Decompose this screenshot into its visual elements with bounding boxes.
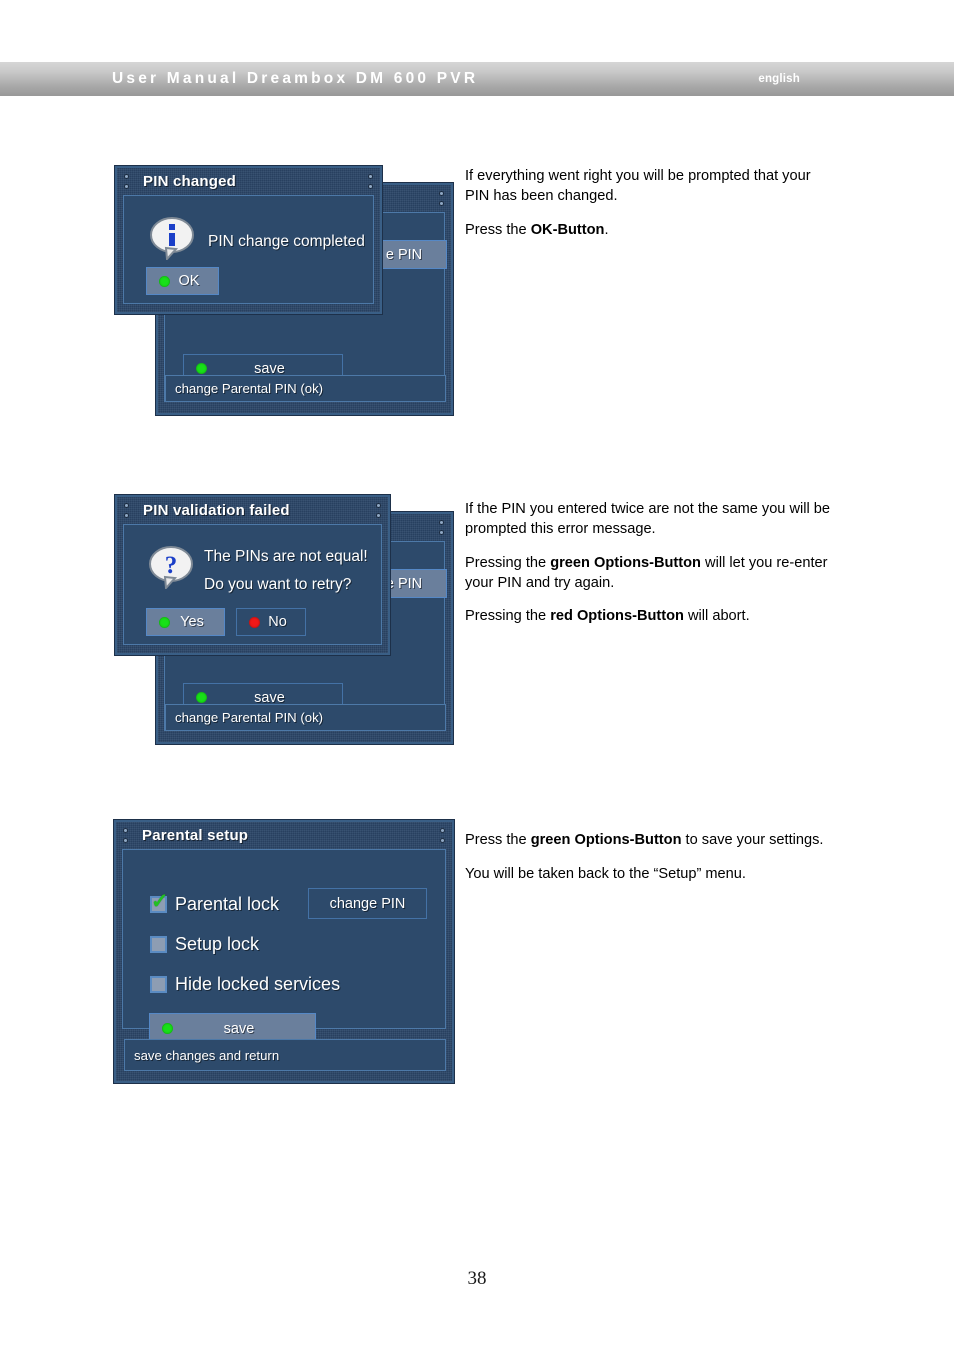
pin-changed-body: PIN change completed OK	[123, 195, 374, 304]
page-number: 38	[467, 1268, 487, 1289]
checkbox-label: Setup lock	[175, 934, 260, 954]
pin-validation-failed-body: ? The PINs are not equal! Do you want to…	[123, 524, 382, 645]
paragraph: Press the green Options-Button to save y…	[465, 832, 824, 848]
pin-validation-message-line-1: The PINs are not equal!	[204, 548, 368, 565]
paragraph: If everything went right you will be pro…	[465, 168, 811, 204]
parental-setup-title: Parental setup	[142, 827, 249, 844]
pin-validation-failed-dialog: PIN validation failed ? The PINs are not…	[115, 495, 390, 655]
corner-dot-icon	[125, 175, 128, 178]
green-led-icon	[196, 363, 207, 374]
paragraph: Press the OK-Button.	[465, 221, 609, 238]
pin-changed-title: PIN changed	[143, 173, 237, 190]
svg-text:?: ?	[165, 552, 178, 579]
corner-dot-icon	[124, 839, 127, 842]
red-led-icon	[249, 616, 260, 628]
corner-dot-icon	[441, 839, 444, 842]
checkbox-row-setup-lock[interactable]: Setup lock	[150, 934, 259, 955]
green-led-icon	[162, 1023, 173, 1034]
statusline-bg-1: change Parental PIN (ok)	[165, 375, 446, 402]
language-label: english	[758, 73, 800, 85]
pin-changed-titlebar: PIN changed	[117, 168, 380, 195]
corner-dot-icon	[441, 829, 444, 832]
corner-dot-icon	[369, 185, 372, 188]
corner-dot-icon	[440, 192, 443, 195]
green-led-icon	[159, 616, 170, 628]
paragraph: You will be taken back to the “Setup” me…	[465, 865, 746, 882]
section-2-copy: If the PIN you entered twice are not the…	[465, 500, 835, 627]
pin-changed-dialog: PIN changed PIN change completed OK	[115, 166, 382, 314]
corner-dot-icon	[125, 185, 128, 188]
pin-validation-failed-title: PIN validation failed	[143, 502, 290, 519]
parental-setup-body: ✓ Parental lock Setup lock Hide locked s…	[122, 849, 446, 1044]
pin-validation-failed-titlebar: PIN validation failed	[117, 497, 388, 524]
corner-dot-icon	[125, 514, 128, 517]
question-bubble-icon: ?	[148, 545, 196, 591]
checkbox-label: Hide locked services	[175, 974, 341, 994]
corner-dot-icon	[369, 175, 372, 178]
parental-setup-dialog: Parental setup ✓ Parental lock Setup loc…	[114, 820, 454, 1083]
corner-dot-icon	[124, 829, 127, 832]
page-header: User Manual Dreambox DM 600 PVR english	[0, 62, 954, 96]
page-title: User Manual Dreambox DM 600 PVR	[112, 70, 479, 87]
paragraph: Pressing the red Options-Button will abo…	[465, 608, 750, 625]
paragraph: Pressing the green Options-Button will l…	[465, 554, 828, 591]
checkbox-setup-lock[interactable]	[150, 936, 167, 953]
checkbox-row-parental-lock[interactable]: ✓ Parental lock	[150, 891, 280, 915]
statusline-text: change Parental PIN (ok)	[175, 381, 324, 396]
corner-dot-icon	[440, 521, 443, 524]
statusline-bg-2: change Parental PIN (ok)	[165, 704, 446, 731]
info-bubble-icon	[149, 216, 197, 262]
change-pin-button[interactable]: change PIN	[308, 888, 427, 919]
checkmark-icon: ✓	[151, 890, 169, 913]
yes-button[interactable]: Yes	[146, 608, 225, 636]
corner-dot-icon	[440, 531, 443, 534]
ok-button[interactable]: OK	[146, 267, 219, 295]
corner-dot-icon	[440, 202, 443, 205]
checkbox-label: Parental lock	[175, 894, 280, 914]
checkbox-row-hide-locked-services[interactable]: Hide locked services	[150, 974, 340, 995]
statusline-text: save changes and return	[134, 1047, 280, 1063]
paragraph: If the PIN you entered twice are not the…	[465, 501, 831, 537]
parental-setup-statusline: save changes and return	[124, 1039, 446, 1071]
checkbox-parental-lock[interactable]: ✓	[150, 891, 169, 913]
section-1-copy: If everything went right you will be pro…	[465, 167, 835, 241]
green-led-icon	[159, 275, 170, 287]
corner-dot-icon	[125, 504, 128, 507]
corner-dot-icon	[377, 504, 380, 507]
pin-changed-message: PIN change completed	[208, 233, 365, 250]
no-button[interactable]: No	[236, 608, 306, 636]
green-led-icon	[196, 692, 207, 703]
pin-validation-message-line-2: Do you want to retry?	[204, 576, 352, 593]
corner-dot-icon	[377, 514, 380, 517]
checkbox-hide-locked-services[interactable]	[150, 976, 167, 993]
parental-setup-titlebar: Parental setup	[116, 822, 452, 849]
statusline-text: change Parental PIN (ok)	[175, 710, 324, 725]
section-3-copy: Press the green Options-Button to save y…	[465, 831, 835, 885]
